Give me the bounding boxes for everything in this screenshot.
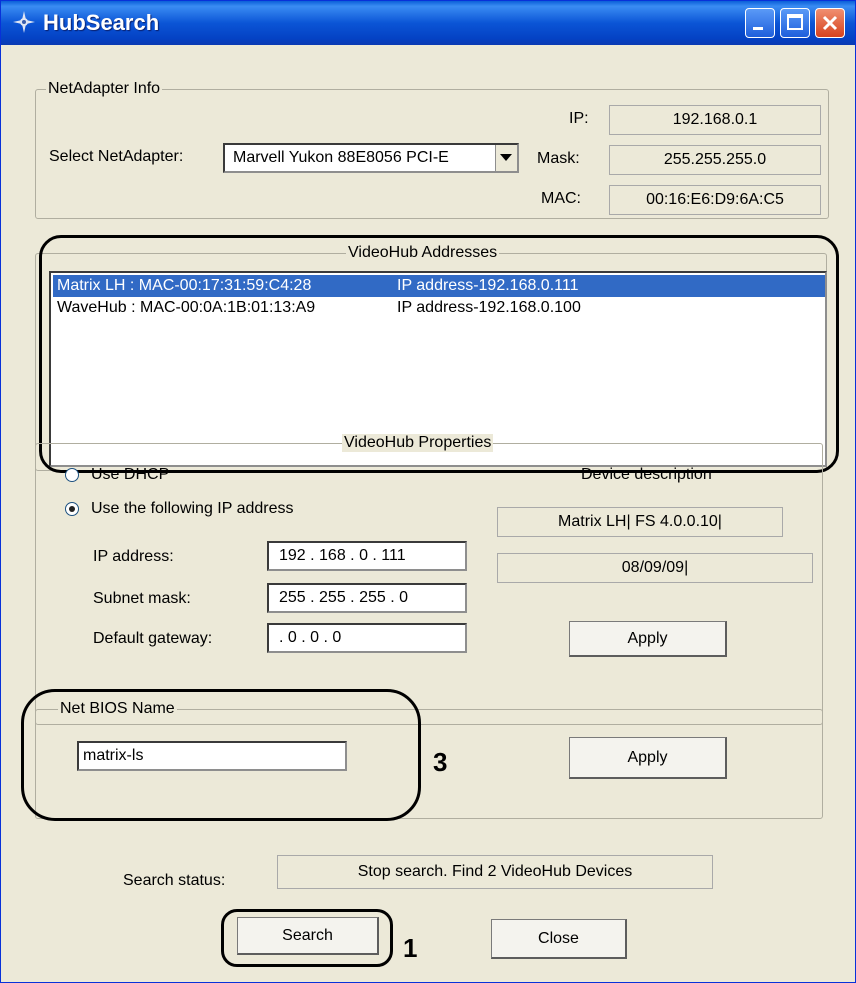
device-description-field: Matrix LH| FS 4.0.0.10| <box>497 507 783 537</box>
hubsearch-window: HubSearch NetAdapter Info Select NetAdap… <box>0 0 856 983</box>
adapter-mac-label: MAC: <box>541 190 581 207</box>
device-date-field: 08/09/09| <box>497 553 813 583</box>
list-item[interactable]: Matrix LH : MAC-00:17:31:59:C4:28 IP add… <box>53 275 825 297</box>
device-description-label: Device description <box>581 466 712 483</box>
search-status-value: Stop search. Find 2 VideoHub Devices <box>277 855 713 889</box>
netadapter-selected-value: Marvell Yukon 88E8056 PCI-E <box>233 149 449 166</box>
title-bar[interactable]: HubSearch <box>1 1 855 45</box>
list-item-ip: IP address-192.168.0.100 <box>397 299 581 316</box>
callout-3: 3 <box>433 747 448 777</box>
adapter-mask-label: Mask: <box>537 150 580 167</box>
close-window-button[interactable] <box>815 8 845 38</box>
chevron-down-icon <box>500 154 512 161</box>
ip-address-input[interactable]: 192 . 168 . 0 . 111 <box>267 541 467 571</box>
use-static-ip-radio[interactable] <box>65 502 79 516</box>
search-button[interactable]: Search <box>237 917 379 955</box>
client-area: NetAdapter Info Select NetAdapter: Marve… <box>5 45 851 979</box>
netadapter-group-label: NetAdapter Info <box>46 80 163 98</box>
addresses-group-label: VideoHub Addresses <box>346 244 500 262</box>
default-gateway-input[interactable]: . 0 . 0 . 0 <box>267 623 467 653</box>
window-title: HubSearch <box>43 10 160 35</box>
close-icon <box>822 15 838 31</box>
use-static-ip-label[interactable]: Use the following IP address <box>91 499 293 519</box>
adapter-mac-value: 00:16:E6:D9:6A:C5 <box>609 185 821 215</box>
adapter-ip-value: 192.168.0.1 <box>609 105 821 135</box>
adapter-ip-label: IP: <box>569 110 589 127</box>
list-item-ip: IP address-192.168.0.111 <box>397 277 579 294</box>
subnet-mask-label: Subnet mask: <box>93 590 191 607</box>
apply-properties-button[interactable]: Apply <box>569 621 727 657</box>
close-button[interactable]: Close <box>491 919 627 959</box>
netadapter-dropdown-button[interactable] <box>495 145 517 171</box>
netadapter-select[interactable]: Marvell Yukon 88E8056 PCI-E <box>223 143 519 173</box>
netbios-group-label: Net BIOS Name <box>58 700 177 718</box>
select-netadapter-label: Select NetAdapter: <box>49 148 184 165</box>
maximize-button[interactable] <box>780 8 810 38</box>
properties-group-label: VideoHub Properties <box>342 434 494 452</box>
app-icon <box>13 11 35 33</box>
list-item-mac: WaveHub : MAC-00:0A:1B:01:13:A9 <box>57 299 316 316</box>
ip-address-label: IP address: <box>93 548 174 565</box>
radio-dot-icon <box>69 506 75 512</box>
list-item-mac: Matrix LH : MAC-00:17:31:59:C4:28 <box>57 277 312 294</box>
apply-netbios-button[interactable]: Apply <box>569 737 727 779</box>
adapter-mask-value: 255.255.255.0 <box>609 145 821 175</box>
callout-1: 1 <box>403 933 418 963</box>
maximize-icon <box>787 14 803 30</box>
use-dhcp-radio[interactable] <box>65 468 79 482</box>
minimize-button[interactable] <box>745 8 775 38</box>
use-dhcp-label[interactable]: Use DHCP <box>91 465 169 485</box>
subnet-mask-input[interactable]: 255 . 255 . 255 . 0 <box>267 583 467 613</box>
netbios-name-input[interactable]: matrix-ls <box>77 741 347 771</box>
default-gateway-label: Default gateway: <box>93 630 213 647</box>
minimize-icon <box>753 27 763 30</box>
search-status-label: Search status: <box>123 872 226 889</box>
list-item[interactable]: WaveHub : MAC-00:0A:1B:01:13:A9 IP addre… <box>53 297 825 319</box>
